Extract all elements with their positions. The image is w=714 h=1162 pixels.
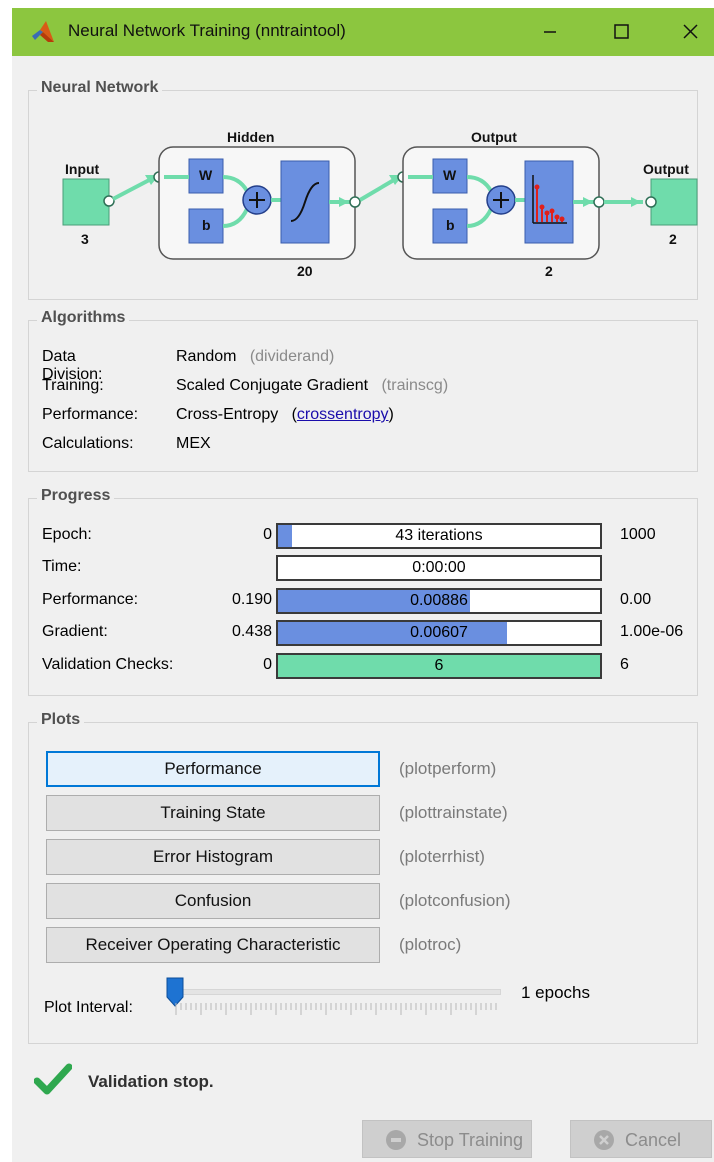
cancel-label: Cancel xyxy=(625,1130,682,1150)
training-window: Neural Network Input 3 Hidden 20 Output … xyxy=(12,56,714,1162)
plot-function-label: (plotconfusion) xyxy=(399,891,511,910)
plot-training-state-button[interactable]: Training State xyxy=(46,795,380,831)
time-progress-bar: 0:00:00 xyxy=(276,555,602,581)
plot-function-label: (plottrainstate) xyxy=(399,803,508,822)
plot-interval-slider[interactable] xyxy=(173,989,501,995)
output-bias-label: b xyxy=(446,217,455,233)
progress-bar-text: 6 xyxy=(434,657,444,674)
progress-end: 1000 xyxy=(620,526,656,543)
stop-training-button[interactable]: Stop Training xyxy=(362,1120,532,1158)
input-label: Input xyxy=(65,161,100,177)
epoch-progress-bar: 43 iterations xyxy=(276,523,602,549)
plots-group: Plots Performance (plotperform) Training… xyxy=(28,711,698,1044)
progress-end: 1.00e-06 xyxy=(620,623,684,640)
progress-bar-text: 0.00886 xyxy=(410,592,468,609)
output-layer-size: 2 xyxy=(545,263,553,279)
algorithm-key: Calculations: xyxy=(42,435,134,452)
neural-network-group: Neural Network Input 3 Hidden 20 Output … xyxy=(28,79,698,300)
group-title: Progress xyxy=(37,487,115,505)
validation-checks-progress-bar: 6 xyxy=(276,653,602,679)
output-layer-label: Output xyxy=(471,129,517,145)
close-icon[interactable] xyxy=(668,14,712,50)
plot-function-label: (plotroc) xyxy=(399,935,462,954)
algorithm-key: Training: xyxy=(42,377,104,394)
hidden-bias-label: b xyxy=(202,217,211,233)
output-weight-label: W xyxy=(443,167,457,183)
output-label: Output xyxy=(643,161,689,177)
stop-icon xyxy=(386,1130,406,1150)
cancel-button[interactable]: Cancel xyxy=(570,1120,712,1158)
algorithm-value: Random xyxy=(176,348,237,365)
title-bar[interactable]: Neural Network Training (nntraintool) xyxy=(12,8,714,56)
matlab-icon xyxy=(32,21,54,42)
softmax-block xyxy=(524,160,574,244)
hidden-label: Hidden xyxy=(227,129,275,145)
plot-confusion-button[interactable]: Confusion xyxy=(46,883,380,919)
minimize-icon[interactable] xyxy=(528,14,572,50)
maximize-icon[interactable] xyxy=(600,14,644,50)
hidden-weight-label: W xyxy=(199,167,213,183)
crossentropy-link[interactable]: crossentropy xyxy=(297,406,389,423)
performance-progress-bar: 0.00886 xyxy=(276,588,602,614)
input-size: 3 xyxy=(81,231,89,247)
progress-end: 0.00 xyxy=(620,591,652,608)
status-message: Validation stop. xyxy=(88,1072,214,1091)
algorithm-value: Scaled Conjugate Gradient xyxy=(176,377,369,394)
algorithm-key: Performance: xyxy=(42,406,139,423)
plot-function-label: (ploterrhist) xyxy=(399,847,485,866)
check-icon xyxy=(34,1063,72,1095)
hidden-size: 20 xyxy=(297,263,313,279)
progress-bar-text: 0.00607 xyxy=(410,624,468,641)
output-block xyxy=(650,178,698,226)
algorithms-group: Algorithms Data Division: Random (divide… xyxy=(28,309,698,472)
input-block xyxy=(62,178,110,226)
group-title: Algorithms xyxy=(37,309,130,327)
network-diagram xyxy=(62,146,698,260)
plot-roc-button[interactable]: Receiver Operating Characteristic xyxy=(46,927,380,963)
progress-group: Progress Epoch: 0 Time: Performance: 0.1… xyxy=(28,487,698,696)
plot-error-histogram-button[interactable]: Error Histogram xyxy=(46,839,380,875)
algorithm-function: (trainscg) xyxy=(381,377,449,394)
slider-ticks xyxy=(175,1003,497,1015)
cancel-icon xyxy=(594,1130,614,1150)
group-title: Plots xyxy=(37,711,85,729)
plot-interval-label: Plot Interval: xyxy=(44,999,133,1016)
progress-end: 6 xyxy=(620,656,629,673)
plot-function-label: (plotperform) xyxy=(399,759,497,778)
plot-interval-value: 1 epochs xyxy=(521,983,590,1002)
window-title: Neural Network Training (nntraintool) xyxy=(68,21,346,40)
stop-training-label: Stop Training xyxy=(417,1130,524,1150)
algorithm-function: (dividerand) xyxy=(249,348,335,365)
progress-bar-text: 0:00:00 xyxy=(412,559,466,576)
plot-performance-button[interactable]: Performance xyxy=(46,751,380,787)
progress-bar-text: 43 iterations xyxy=(395,527,483,544)
paren-close: ) xyxy=(388,406,394,423)
algorithm-value: MEX xyxy=(176,435,211,452)
algorithm-value: Cross-Entropy xyxy=(176,406,279,423)
gradient-progress-bar: 0.00607 xyxy=(276,620,602,646)
output-size: 2 xyxy=(669,231,677,247)
